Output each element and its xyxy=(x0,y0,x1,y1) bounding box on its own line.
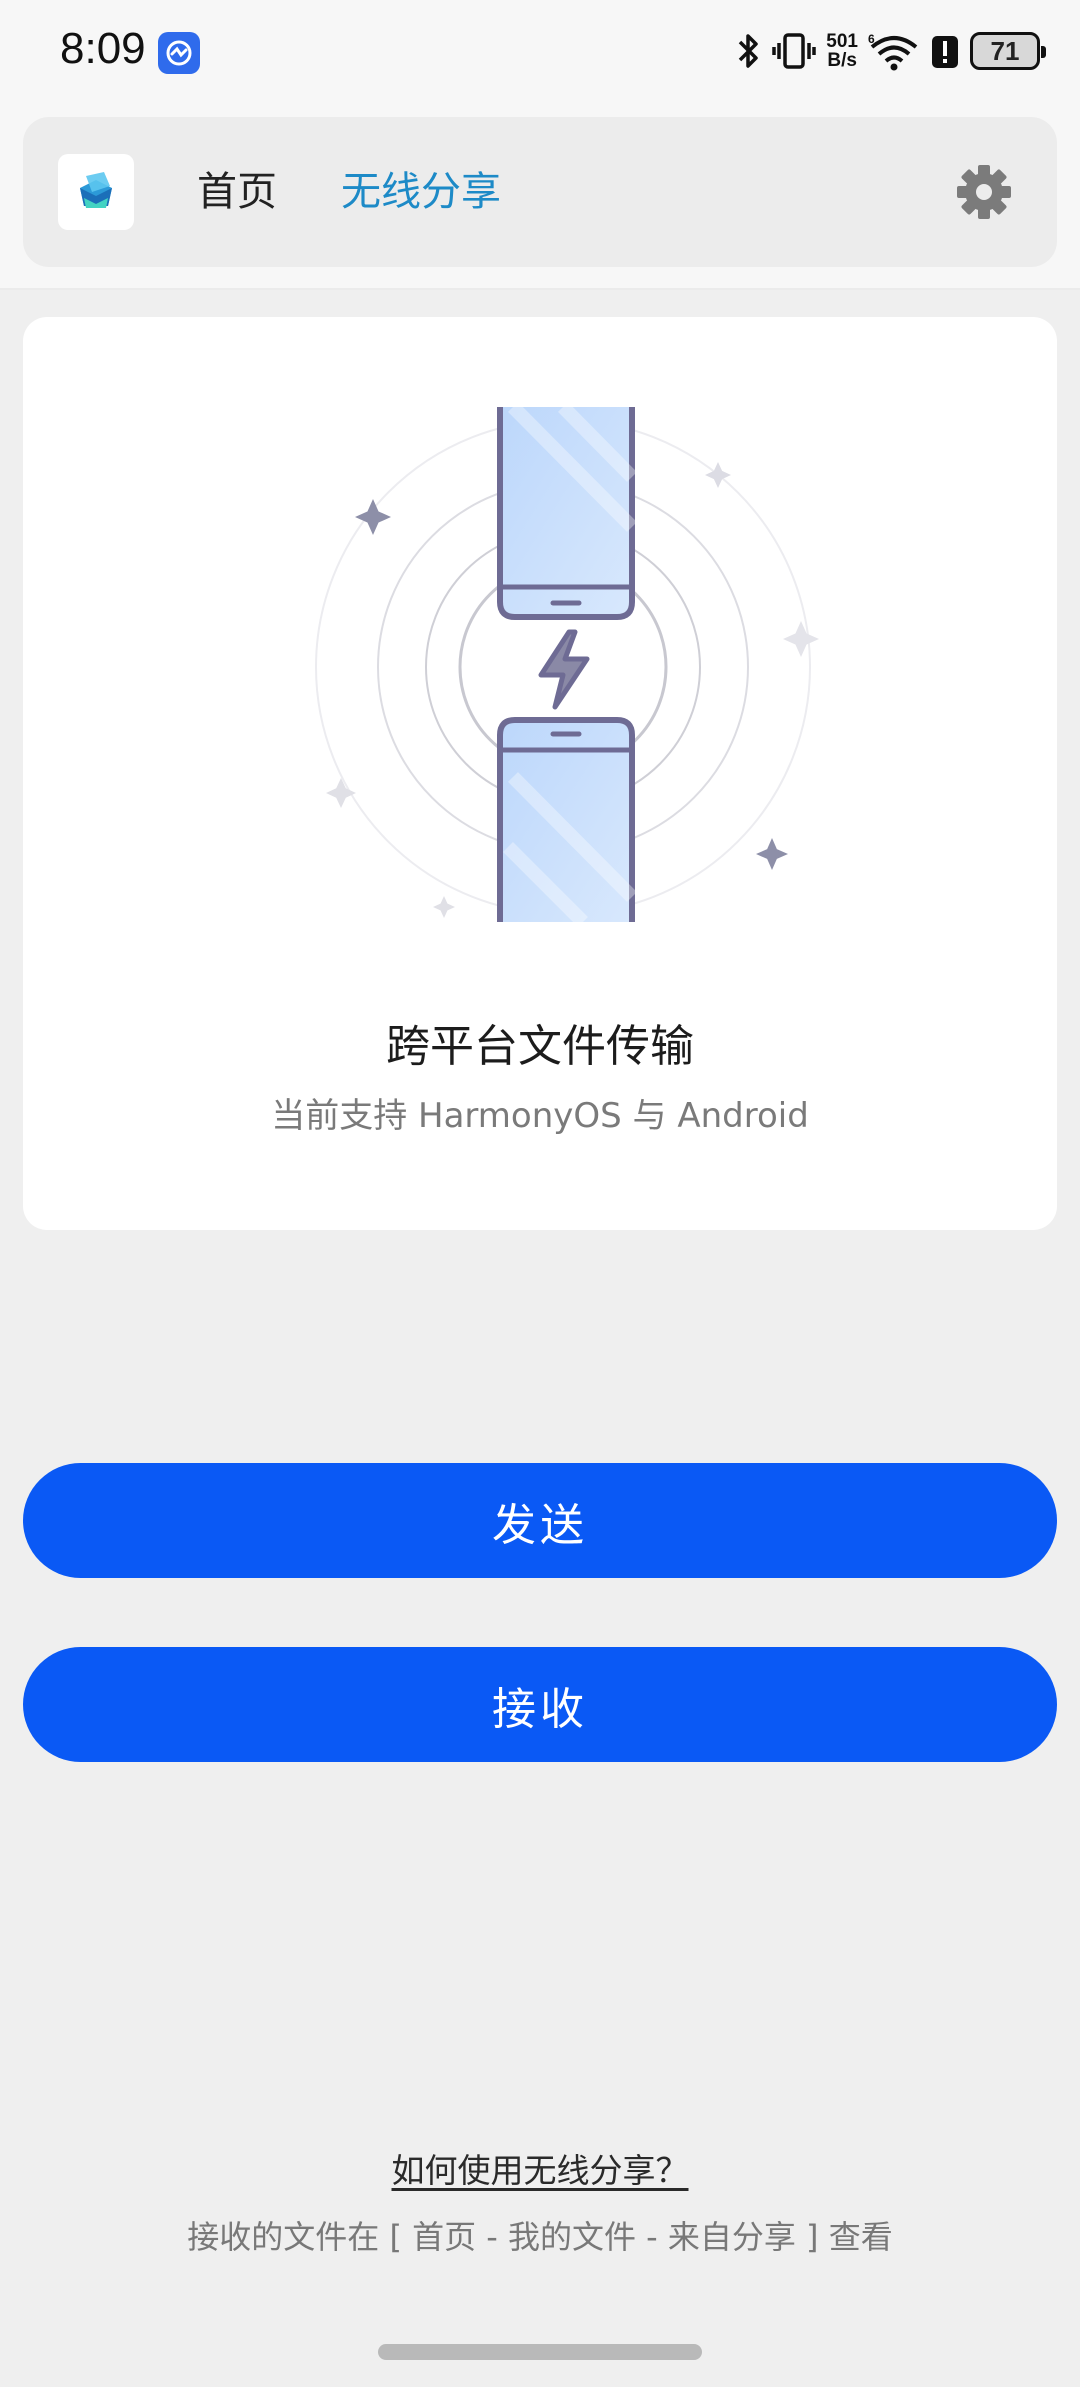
net-speed-value: 501 xyxy=(826,31,858,52)
alert-icon xyxy=(932,36,958,68)
bluetooth-icon xyxy=(739,34,759,68)
net-speed-unit: B/s xyxy=(827,50,857,71)
hero-title: 跨平台文件传输 xyxy=(386,1021,694,1072)
home-indicator[interactable] xyxy=(378,2344,702,2360)
status-icons: 501 B/s 6 71 xyxy=(736,26,1046,76)
app-logo-icon[interactable] xyxy=(58,154,134,230)
wifi-6-icon: 6 xyxy=(868,32,918,71)
phone-to-phone-transfer-icon xyxy=(315,407,819,927)
top-nav: 首页 无线分享 xyxy=(23,117,1057,267)
gear-icon[interactable] xyxy=(955,163,1013,221)
vibrate-icon xyxy=(772,33,817,69)
svg-text:6: 6 xyxy=(868,32,875,46)
hero-card: 跨平台文件传输 当前支持 HarmonyOS 与 Android xyxy=(23,317,1057,1230)
header: 首页 无线分享 xyxy=(0,105,1080,290)
status-time: 8:09 xyxy=(60,24,146,73)
tab-wireless-share[interactable]: 无线分享 xyxy=(341,164,501,220)
net-speed: 501 B/s xyxy=(826,32,858,70)
send-button[interactable]: 发送 xyxy=(23,1463,1057,1578)
receive-button[interactable]: 接收 xyxy=(23,1647,1057,1762)
status-bar: 8:09 501 B/s 6 71 xyxy=(0,0,1080,105)
app-notification-icon xyxy=(158,32,200,74)
received-files-note: 接收的文件在 [ 首页 - 我的文件 - 来自分享 ] 查看 xyxy=(187,2218,893,2256)
help-link[interactable]: 如何使用无线分享？ xyxy=(392,2151,689,2190)
hero-subtitle: 当前支持 HarmonyOS 与 Android xyxy=(271,1096,809,1136)
battery-icon: 71 xyxy=(970,32,1046,70)
tab-home[interactable]: 首页 xyxy=(197,164,277,220)
app-screen: 8:09 501 B/s 6 71 首页 无线分享 跨平台文件传输 当前支持 H… xyxy=(0,0,1080,2387)
help-link-row: 如何使用无线分享？ xyxy=(0,2148,1080,2194)
